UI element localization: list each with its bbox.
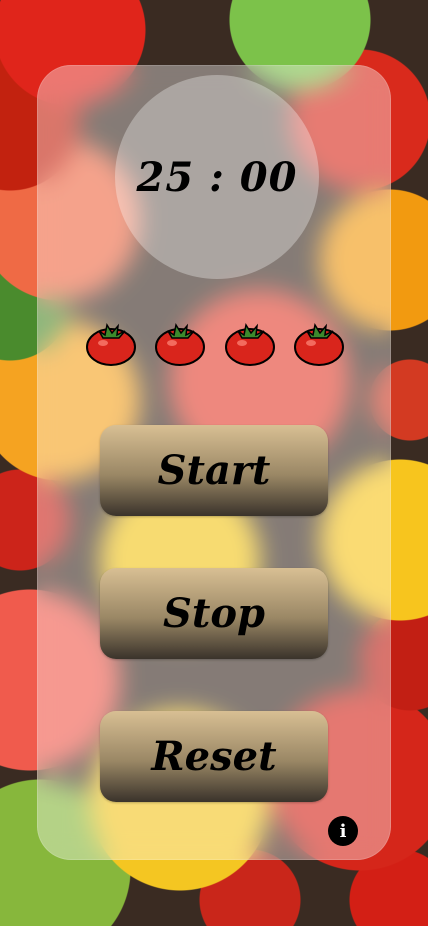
timer-circle: 25 : 00 xyxy=(115,75,319,279)
timer-panel: 25 : 00 Start Stop Reset i xyxy=(37,65,391,860)
timer-display: 25 : 00 xyxy=(136,153,298,201)
tomato-icon xyxy=(86,323,136,366)
tomato-icon xyxy=(293,323,344,366)
start-button-label: Start xyxy=(157,447,271,494)
info-icon[interactable]: i xyxy=(328,816,358,846)
stop-button-label: Stop xyxy=(162,590,265,637)
info-glyph: i xyxy=(339,820,347,842)
tomato-icon xyxy=(224,323,275,366)
start-button[interactable]: Start xyxy=(100,425,328,516)
reset-button[interactable]: Reset xyxy=(100,711,328,802)
stop-button[interactable]: Stop xyxy=(100,568,328,659)
tomato-icon xyxy=(155,323,206,366)
pomodoro-counter xyxy=(85,317,345,369)
reset-button-label: Reset xyxy=(151,733,277,780)
